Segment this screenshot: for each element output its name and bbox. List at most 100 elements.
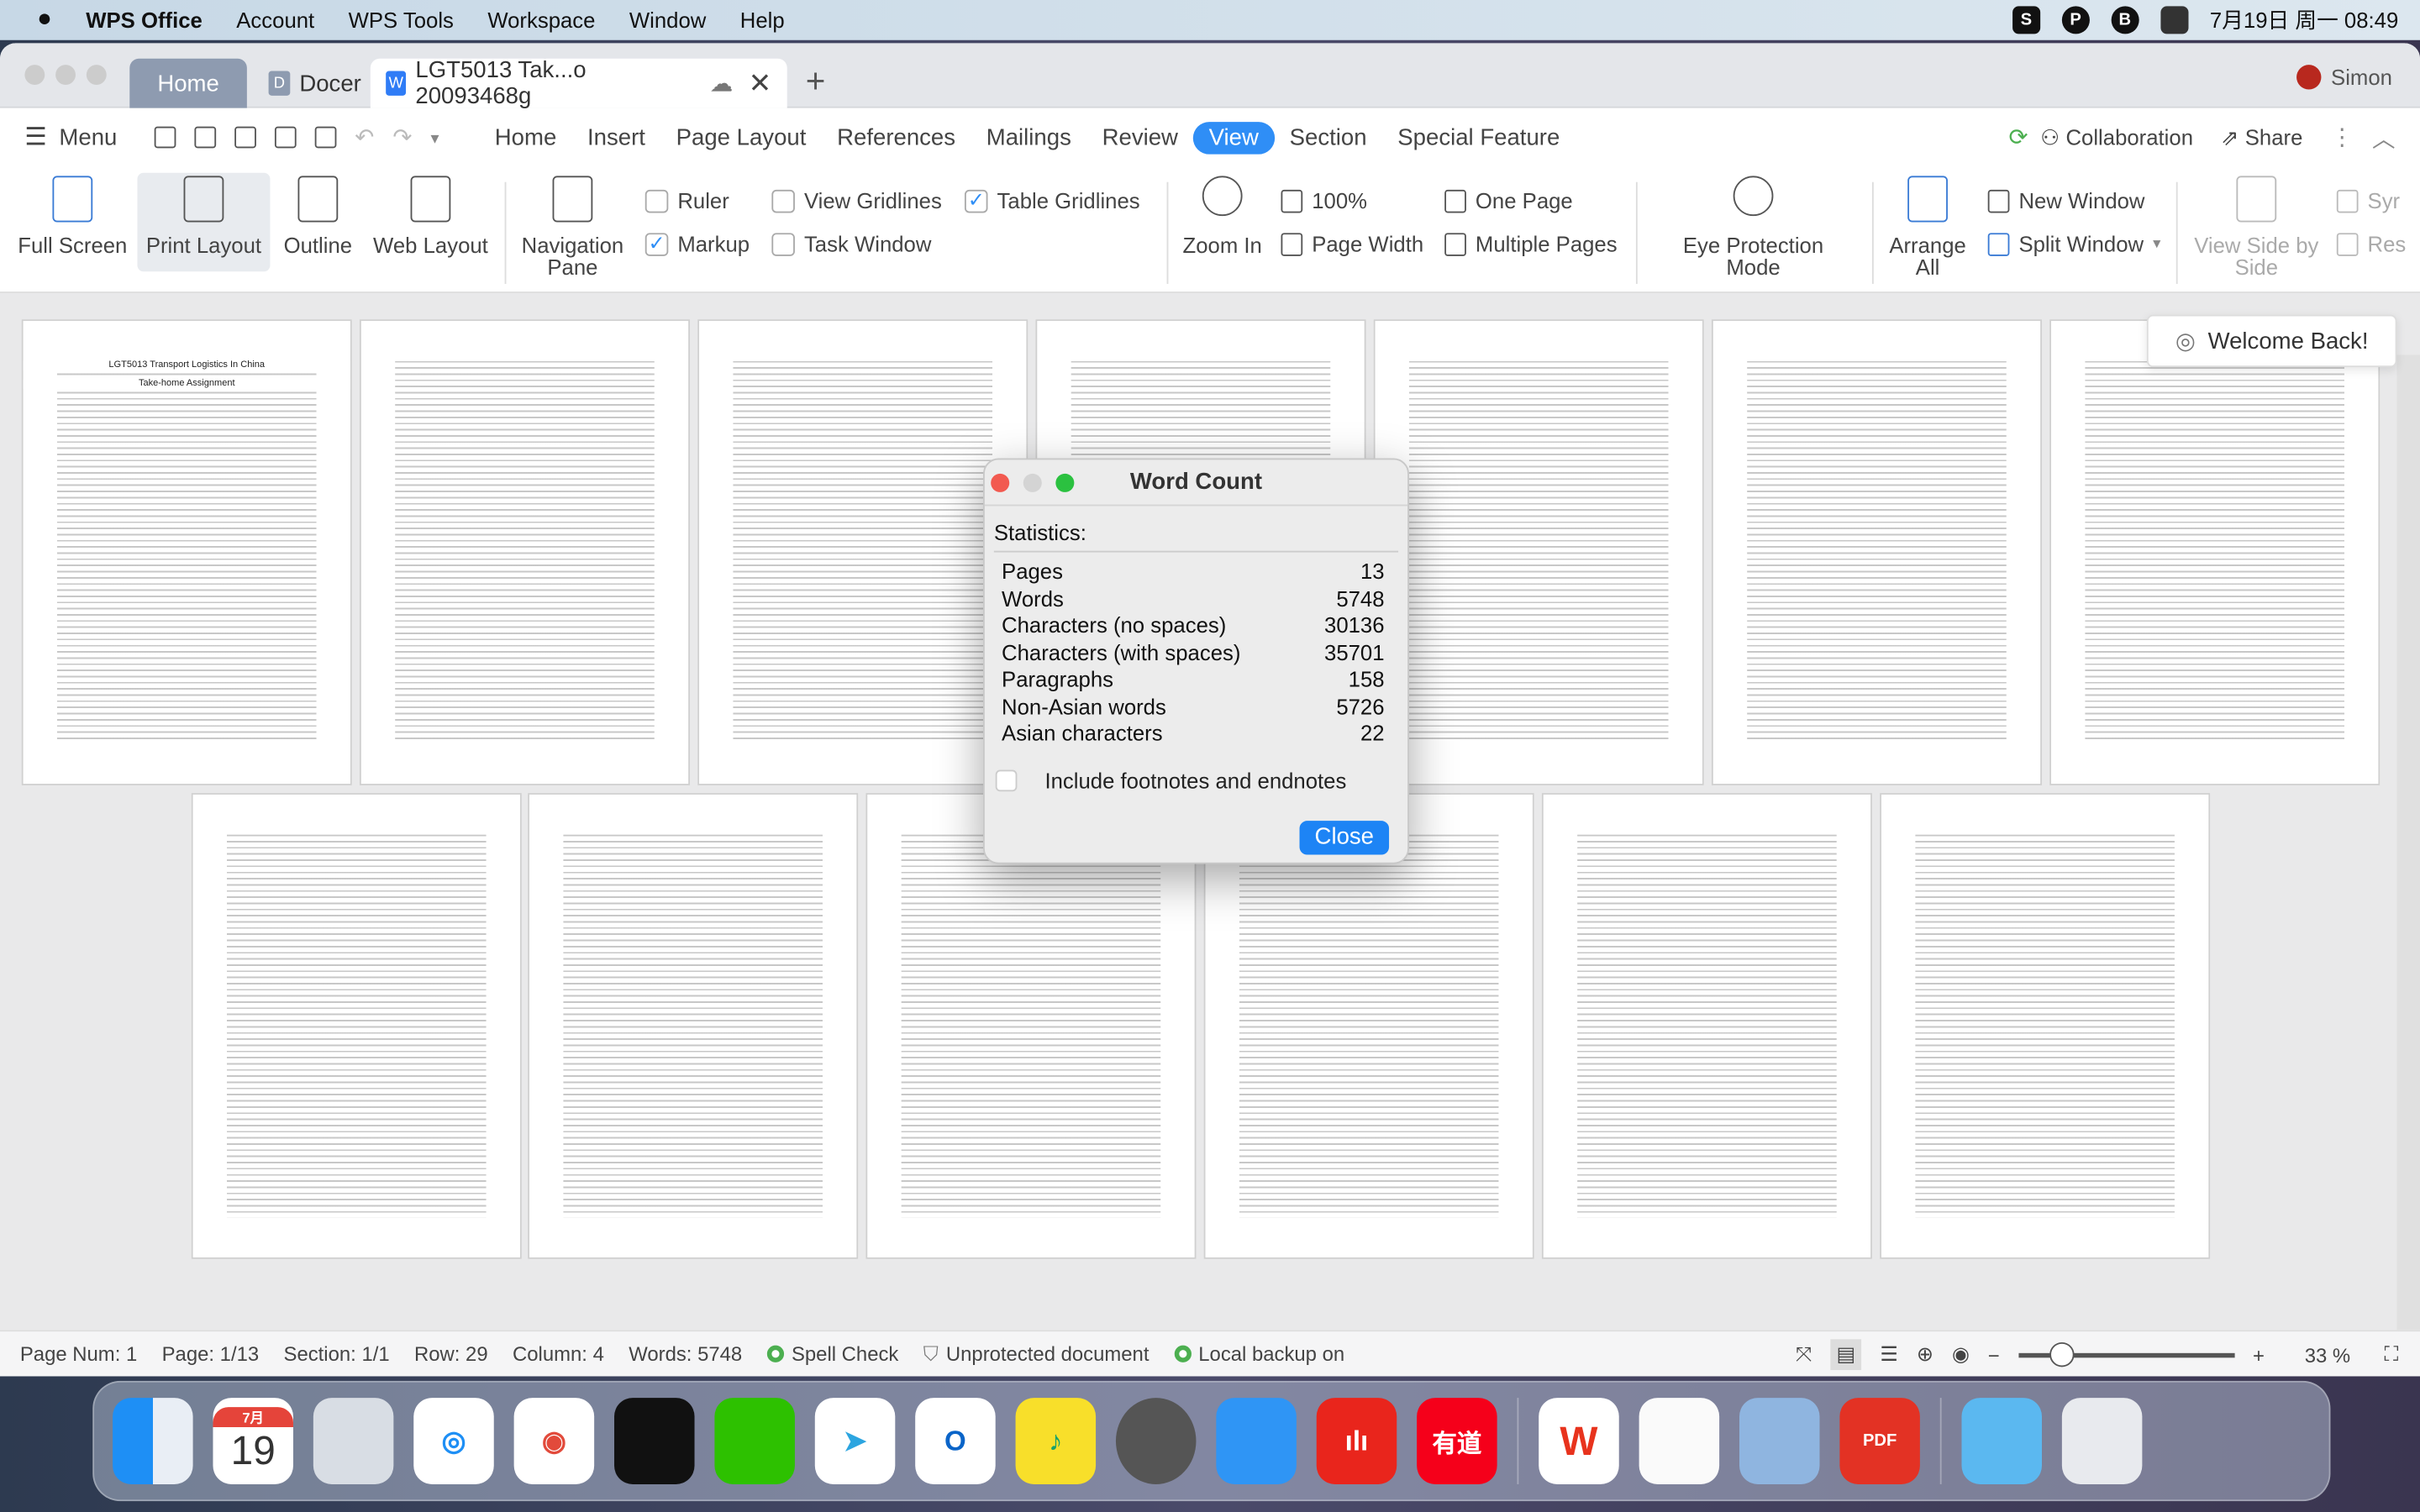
eye-protection-button[interactable]: Eye Protection Mode	[1655, 176, 1852, 278]
trash-icon[interactable]	[2061, 1398, 2143, 1484]
save-icon[interactable]	[194, 126, 216, 149]
local-backup-status[interactable]: Local backup on	[1173, 1342, 1344, 1366]
welcome-back-toast[interactable]: ◎ Welcome Back!	[2146, 314, 2397, 368]
menu-app-name[interactable]: WPS Office	[86, 8, 203, 32]
hamburger-icon[interactable]: ☰	[24, 122, 46, 153]
print-layout-view-icon[interactable]: ▤	[1830, 1339, 1862, 1371]
chat-app-icon[interactable]	[1216, 1398, 1297, 1484]
ruler-check[interactable]	[644, 189, 669, 213]
sync-scroll-button[interactable]: Syr	[2336, 188, 2400, 213]
safari-icon[interactable]: ◎	[413, 1398, 494, 1484]
control-center-icon[interactable]	[2160, 6, 2189, 34]
navigation-pane-button[interactable]: Navigation Pane	[518, 176, 627, 278]
markup-checkbox[interactable]: ✓ Markup	[644, 232, 750, 256]
page-thumbnail[interactable]	[359, 319, 691, 785]
include-footnotes-check[interactable]	[995, 769, 1018, 792]
multiple-pages-button[interactable]: Multiple Pages	[1444, 232, 1618, 256]
tab-insert[interactable]: Insert	[572, 121, 661, 154]
tab-docer[interactable]: D Docer	[253, 59, 376, 108]
share-button[interactable]: ⇗ Share	[2221, 124, 2302, 150]
tab-review[interactable]: Review	[1086, 121, 1193, 154]
user-account[interactable]: Simon	[2296, 65, 2392, 90]
protection-status[interactable]: ⛉ Unprotected document	[923, 1341, 1150, 1366]
window-close-button[interactable]	[24, 65, 45, 86]
wps-office-icon[interactable]: W	[1539, 1398, 1619, 1484]
tab-section[interactable]: Section	[1274, 121, 1382, 154]
wechat-icon[interactable]	[714, 1398, 795, 1484]
task-window-checkbox[interactable]: Task Window	[771, 232, 931, 256]
zoom-slider-handle[interactable]	[2049, 1341, 2074, 1367]
zoom-level[interactable]: 33 %	[2305, 1343, 2350, 1367]
bilibili-icon[interactable]: ılı	[1316, 1398, 1397, 1484]
menu-help[interactable]: Help	[740, 8, 785, 32]
fit-icon[interactable]: ⤧	[1796, 1342, 1812, 1367]
ruler-checkbox[interactable]: Ruler	[644, 188, 729, 213]
collaboration-button[interactable]: ⚇ Collaboration	[2040, 124, 2193, 150]
outline-view-icon[interactable]: ☰	[1880, 1342, 1897, 1367]
print-preview-icon[interactable]	[314, 126, 337, 149]
zoom-slider[interactable]	[2018, 1341, 2234, 1367]
finder-icon[interactable]	[113, 1398, 193, 1484]
status-page[interactable]: Page: 1/13	[162, 1342, 260, 1366]
youdao-icon[interactable]: 有道	[1417, 1398, 1497, 1484]
qq-icon[interactable]	[614, 1398, 695, 1484]
view-side-by-side-button[interactable]: View Side by Side	[2191, 176, 2321, 278]
page-thumbnail[interactable]	[1711, 319, 2043, 785]
status-page-num[interactable]: Page Num: 1	[20, 1342, 137, 1366]
apple-icon[interactable]: ●	[37, 6, 52, 34]
close-tab-icon[interactable]: ✕	[749, 67, 772, 100]
pdf-expert-icon[interactable]: PDF	[1839, 1398, 1920, 1484]
tray-s-icon[interactable]: S	[2012, 6, 2040, 34]
view-gridlines-checkbox[interactable]: View Gridlines	[771, 188, 942, 213]
table-gridlines-check[interactable]: ✓	[964, 188, 988, 213]
page-thumbnail[interactable]	[1541, 793, 1872, 1259]
page-thumbnail[interactable]: LGT5013 Transport Logistics In China Tak…	[21, 319, 352, 785]
clock[interactable]: 7月19日 周一 08:49	[2210, 5, 2398, 36]
status-section[interactable]: Section: 1/1	[284, 1342, 390, 1366]
tab-home-ribbon[interactable]: Home	[479, 121, 571, 154]
web-layout-button[interactable]: Web Layout	[371, 176, 491, 256]
zoom-in-button[interactable]: Zoom In	[1179, 176, 1265, 256]
reset-position-button[interactable]: Res	[2336, 232, 2406, 256]
outlook-icon[interactable]: O	[915, 1398, 996, 1484]
tab-mailings[interactable]: Mailings	[971, 121, 1086, 154]
launchpad-icon[interactable]	[313, 1398, 394, 1484]
preview-icon[interactable]	[1739, 1398, 1820, 1484]
page-thumbnail[interactable]	[1880, 793, 2211, 1259]
new-tab-button[interactable]: +	[806, 61, 826, 102]
chevron-down-icon[interactable]: ▾	[2153, 235, 2160, 252]
arrange-all-button[interactable]: Arrange All	[1886, 176, 1969, 278]
textedit-icon[interactable]	[1639, 1398, 1720, 1484]
tab-special-feature[interactable]: Special Feature	[1382, 121, 1576, 154]
telegram-icon[interactable]: ➤	[814, 1398, 896, 1484]
page-thumbnail[interactable]	[1373, 319, 1704, 785]
eye-protection-icon[interactable]: ◉	[1952, 1342, 1970, 1367]
collapse-ribbon-icon[interactable]: ︿	[2372, 121, 2396, 154]
new-window-button[interactable]: New Window	[1987, 188, 2145, 213]
zoom-100-button[interactable]: 100%	[1281, 188, 1367, 213]
outline-button[interactable]: Outline	[278, 176, 359, 256]
menu-window[interactable]: Window	[629, 8, 706, 32]
split-window-button[interactable]: Split Window ▾	[1987, 232, 2160, 256]
zoom-out-button[interactable]: −	[1988, 1343, 2000, 1367]
fullscreen-icon[interactable]: ⛶	[2385, 1342, 2399, 1367]
zoom-in-status-button[interactable]: +	[2253, 1343, 2265, 1367]
menu-wps-tools[interactable]: WPS Tools	[349, 8, 454, 32]
tab-view[interactable]: View	[1193, 121, 1275, 154]
print-icon[interactable]	[274, 126, 297, 149]
tab-references[interactable]: References	[822, 121, 971, 154]
tab-home[interactable]: Home	[129, 58, 247, 108]
cloud-sync-icon[interactable]: ⟳	[2008, 123, 2028, 151]
page-thumbnail[interactable]	[697, 319, 1028, 785]
downloads-folder-icon[interactable]	[1961, 1398, 2043, 1484]
page-thumbnail[interactable]	[2049, 319, 2381, 785]
one-page-button[interactable]: One Page	[1444, 188, 1573, 213]
open-icon[interactable]	[154, 126, 176, 149]
window-minimize-button[interactable]	[55, 65, 76, 86]
include-footnotes-checkbox[interactable]: Include footnotes and endnotes	[995, 769, 1346, 793]
redo-icon[interactable]: ↷	[392, 123, 412, 151]
more-icon[interactable]: ⋮	[2330, 123, 2354, 151]
full-screen-button[interactable]: Full Screen	[15, 176, 129, 256]
menu-workspace[interactable]: Workspace	[487, 8, 595, 32]
tray-b-icon[interactable]: B	[2111, 6, 2139, 34]
